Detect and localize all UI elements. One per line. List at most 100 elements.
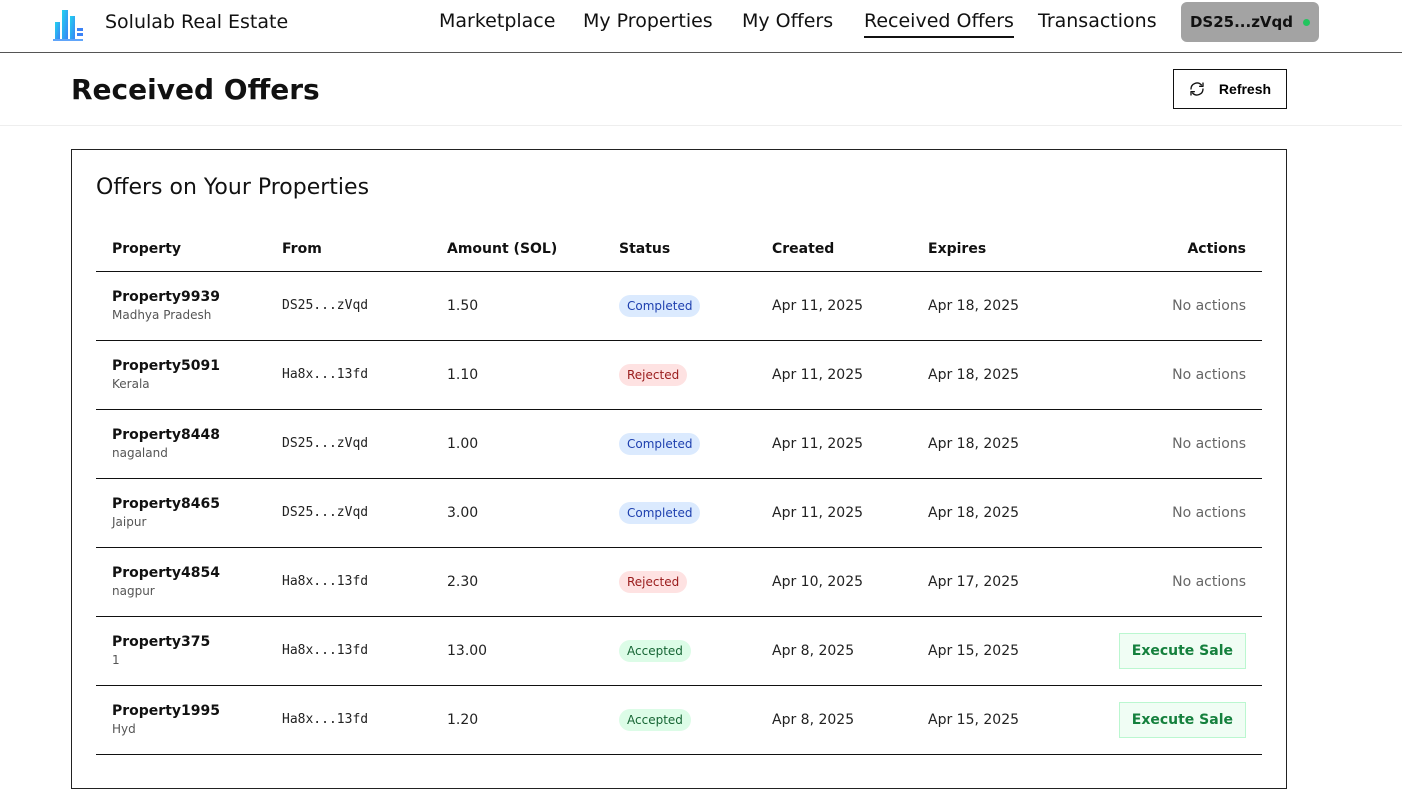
cell-expires: Apr 17, 2025 — [912, 547, 1072, 617]
refresh-icon — [1190, 82, 1204, 96]
cell-from: DS25...zVqd — [266, 478, 431, 548]
col-header-from: From — [266, 228, 431, 272]
property-location: nagaland — [112, 446, 168, 460]
page-title: Received Offers — [71, 73, 320, 106]
execute-sale-button[interactable]: Execute Sale — [1118, 701, 1246, 738]
col-header-status: Status — [603, 228, 756, 272]
cell-actions: No actions — [1072, 409, 1262, 479]
navbar: Solulab Real Estate Marketplace My Prope… — [0, 0, 1402, 53]
property-name: Property8465 — [112, 496, 220, 512]
cell-status: Rejected — [603, 547, 756, 617]
connected-status-dot — [1303, 18, 1311, 26]
cell-status: Completed — [603, 271, 756, 341]
no-actions-text: No actions — [1172, 435, 1246, 452]
table-row: Property1995 Hyd Ha8x...13fd 1.20 Accept… — [96, 685, 1262, 755]
cell-created: Apr 11, 2025 — [756, 271, 912, 341]
cell-amount: 1.00 — [431, 409, 603, 479]
cell-amount: 1.50 — [431, 271, 603, 341]
cell-status: Completed — [603, 478, 756, 548]
cell-status: Accepted — [603, 685, 756, 755]
cell-actions: Execute Sale — [1072, 616, 1262, 686]
cell-property: Property8465 Jaipur — [96, 478, 266, 548]
nav-marketplace[interactable]: Marketplace — [439, 10, 555, 32]
cell-created: Apr 10, 2025 — [756, 547, 912, 617]
execute-sale-button[interactable]: Execute Sale — [1118, 632, 1246, 669]
property-location: nagpur — [112, 584, 155, 598]
col-header-expires: Expires — [912, 228, 1072, 272]
nav-received-offers[interactable]: Received Offers — [864, 10, 1014, 38]
property-location: Jaipur — [112, 515, 147, 529]
cell-actions: No actions — [1072, 271, 1262, 341]
offers-card: Offers on Your Properties Property From … — [71, 149, 1287, 789]
table-row: Property4854 nagpur Ha8x...13fd 2.30 Rej… — [96, 547, 1262, 617]
cell-actions: No actions — [1072, 547, 1262, 617]
cell-created: Apr 8, 2025 — [756, 685, 912, 755]
no-actions-text: No actions — [1172, 366, 1246, 383]
cell-amount: 2.30 — [431, 547, 603, 617]
status-badge: Rejected — [619, 363, 688, 386]
property-name: Property1995 — [112, 703, 220, 719]
cell-expires: Apr 18, 2025 — [912, 478, 1072, 548]
cell-created: Apr 11, 2025 — [756, 478, 912, 548]
cell-amount: 13.00 — [431, 616, 603, 686]
cell-from: Ha8x...13fd — [266, 547, 431, 617]
cell-created: Apr 11, 2025 — [756, 340, 912, 410]
cell-expires: Apr 15, 2025 — [912, 685, 1072, 755]
status-badge: Completed — [619, 432, 701, 455]
property-location: Hyd — [112, 722, 136, 736]
no-actions-text: No actions — [1172, 297, 1246, 314]
cell-expires: Apr 18, 2025 — [912, 409, 1072, 479]
brand-name[interactable]: Solulab Real Estate — [105, 11, 288, 33]
property-name: Property5091 — [112, 358, 220, 374]
cell-property: Property8448 nagaland — [96, 409, 266, 479]
cell-from: Ha8x...13fd — [266, 616, 431, 686]
cell-created: Apr 11, 2025 — [756, 409, 912, 479]
col-header-property: Property — [96, 228, 266, 272]
cell-actions: No actions — [1072, 478, 1262, 548]
wallet-button[interactable]: DS25...zVqd — [1181, 2, 1319, 42]
table-row: Property375 1 Ha8x...13fd 13.00 Accepted… — [96, 616, 1262, 686]
nav-my-properties[interactable]: My Properties — [583, 10, 713, 32]
nav-my-offers[interactable]: My Offers — [742, 10, 833, 32]
page-header: Received Offers Refresh — [0, 53, 1402, 126]
property-location: Kerala — [112, 377, 150, 391]
table-header-row: Property From Amount (SOL) Status Create… — [96, 228, 1262, 272]
cell-property: Property5091 Kerala — [96, 340, 266, 410]
col-header-actions: Actions — [1072, 228, 1262, 272]
col-header-amount: Amount (SOL) — [431, 228, 603, 272]
table-row: Property8448 nagaland DS25...zVqd 1.00 C… — [96, 409, 1262, 479]
status-badge: Rejected — [619, 570, 688, 593]
wallet-address: DS25...zVqd — [1189, 13, 1294, 31]
cell-from: DS25...zVqd — [266, 271, 431, 341]
table-row: Property5091 Kerala Ha8x...13fd 1.10 Rej… — [96, 340, 1262, 410]
cell-created: Apr 8, 2025 — [756, 616, 912, 686]
cell-property: Property4854 nagpur — [96, 547, 266, 617]
no-actions-text: No actions — [1172, 504, 1246, 521]
offers-table: Property From Amount (SOL) Status Create… — [96, 228, 1262, 755]
no-actions-text: No actions — [1172, 573, 1246, 590]
card-title: Offers on Your Properties — [96, 175, 370, 200]
status-badge: Accepted — [619, 708, 691, 731]
cell-from: Ha8x...13fd — [266, 340, 431, 410]
cell-from: Ha8x...13fd — [266, 685, 431, 755]
table-row: Property8465 Jaipur DS25...zVqd 3.00 Com… — [96, 478, 1262, 548]
property-location: 1 — [112, 653, 120, 667]
refresh-button[interactable]: Refresh — [1173, 69, 1287, 109]
status-badge: Accepted — [619, 639, 691, 662]
property-name: Property375 — [112, 634, 211, 650]
table-row: Property9939 Madhya Pradesh DS25...zVqd … — [96, 271, 1262, 341]
cell-from: DS25...zVqd — [266, 409, 431, 479]
cell-property: Property9939 Madhya Pradesh — [96, 271, 266, 341]
cell-status: Rejected — [603, 340, 756, 410]
cell-actions: Execute Sale — [1072, 685, 1262, 755]
cell-expires: Apr 18, 2025 — [912, 271, 1072, 341]
property-name: Property4854 — [112, 565, 220, 581]
status-badge: Completed — [619, 294, 701, 317]
cell-status: Accepted — [603, 616, 756, 686]
building-logo-icon[interactable] — [53, 8, 85, 42]
property-name: Property8448 — [112, 427, 220, 443]
cell-property: Property1995 Hyd — [96, 685, 266, 755]
property-name: Property9939 — [112, 289, 220, 305]
cell-property: Property375 1 — [96, 616, 266, 686]
nav-transactions[interactable]: Transactions — [1038, 10, 1157, 32]
